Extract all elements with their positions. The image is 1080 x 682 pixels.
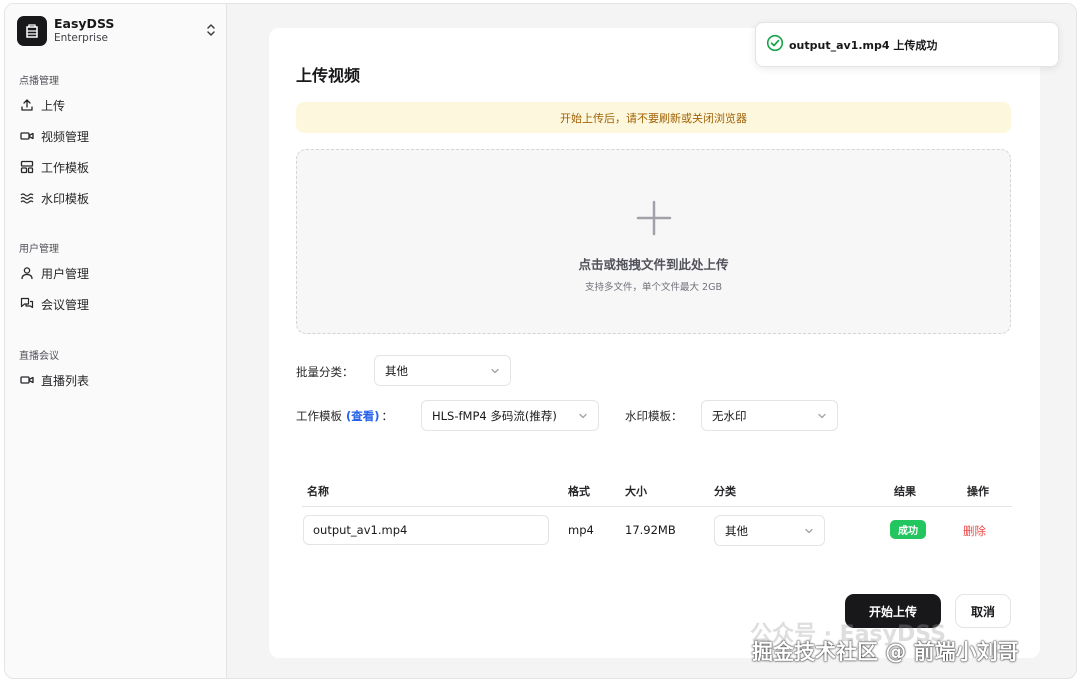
file-name-input[interactable] — [303, 515, 549, 545]
sidebar-item-label: 用户管理 — [41, 266, 90, 281]
sidebar-item-label: 水印模板 — [41, 191, 90, 206]
select-value: 其他 — [385, 363, 408, 378]
select-value: 其他 — [725, 523, 748, 538]
watermark-template-select[interactable]: 无水印 — [701, 400, 838, 431]
nav-group-vod: 点播管理 — [19, 76, 59, 87]
column-header-action: 操作 — [967, 485, 989, 498]
file-size: 17.92MB — [625, 523, 676, 537]
delete-button[interactable]: 删除 — [963, 523, 986, 539]
video-icon — [19, 372, 35, 388]
work-template-label-group: 工作模板 (查看)： — [296, 408, 393, 424]
column-header-size: 大小 — [625, 485, 647, 498]
app-window: EasyDSS Enterprise 点播管理 上传 视频管理 工作模板 水印模… — [4, 3, 1077, 679]
upload-icon — [19, 97, 35, 113]
sidebar-item-user-management[interactable]: 用户管理 — [13, 261, 219, 285]
dropzone-hint: 支持多文件，单个文件最大 2GB — [585, 282, 722, 293]
column-header-category: 分类 — [714, 485, 736, 498]
check-circle-icon — [766, 34, 784, 56]
page-title: 上传视频 — [296, 66, 361, 85]
sidebar-item-label: 直播列表 — [41, 373, 90, 388]
batch-category-label: 批量分类： — [296, 365, 354, 379]
toast-message: output_av1.mp4 上传成功 — [789, 38, 938, 52]
chevron-down-icon — [490, 365, 500, 379]
user-icon — [19, 265, 35, 281]
view-template-link[interactable]: (查看) — [346, 409, 380, 423]
select-value: 无水印 — [712, 408, 747, 423]
layout-template-icon — [19, 159, 35, 175]
brand-name: EasyDSS — [54, 16, 115, 31]
sidebar-item-watermark-template[interactable]: 水印模板 — [13, 186, 219, 210]
nav-group-users: 用户管理 — [19, 244, 59, 255]
row-category-select[interactable]: 其他 — [714, 515, 825, 546]
sidebar: EasyDSS Enterprise 点播管理 上传 视频管理 工作模板 水印模… — [5, 4, 227, 678]
brand-edition: Enterprise — [54, 32, 109, 44]
brand-switcher[interactable]: EasyDSS Enterprise — [17, 14, 217, 48]
sidebar-item-label: 视频管理 — [41, 129, 90, 144]
upload-card: 上传视频 开始上传后，请不要刷新或关闭浏览器 点击或拖拽文件到此处上传 支持多文… — [269, 28, 1040, 658]
sidebar-item-video-management[interactable]: 视频管理 — [13, 124, 219, 148]
sidebar-item-live-list[interactable]: 直播列表 — [13, 368, 219, 392]
sidebar-item-label: 工作模板 — [41, 160, 90, 175]
status-badge: 成功 — [890, 520, 926, 539]
success-toast: output_av1.mp4 上传成功 — [755, 22, 1059, 67]
batch-category-select[interactable]: 其他 — [374, 355, 511, 386]
work-template-label: 工作模板 — [296, 409, 342, 423]
upload-dropzone[interactable]: 点击或拖拽文件到此处上传 支持多文件，单个文件最大 2GB — [296, 149, 1011, 334]
dropzone-title: 点击或拖拽文件到此处上传 — [578, 257, 729, 272]
plus-icon — [636, 200, 672, 240]
chevron-down-icon — [578, 410, 588, 424]
column-header-format: 格式 — [568, 485, 590, 498]
nav-group-live: 直播会议 — [19, 351, 59, 362]
select-value: HLS-fMP4 多码流(推荐) — [432, 408, 557, 423]
waves-icon — [19, 190, 35, 206]
work-template-colon: ： — [381, 409, 394, 423]
chevrons-up-down-icon[interactable] — [205, 22, 217, 42]
column-header-result: 结果 — [894, 485, 916, 498]
chevron-down-icon — [804, 525, 814, 539]
messages-icon — [19, 296, 35, 312]
work-template-select[interactable]: HLS-fMP4 多码流(推荐) — [421, 400, 599, 431]
watermark: 掘金技术社区 @ 前端小刘哥 — [752, 640, 1019, 664]
sidebar-item-label: 会议管理 — [41, 297, 90, 312]
chevron-down-icon — [817, 410, 827, 424]
file-format: mp4 — [568, 523, 594, 537]
warning-alert: 开始上传后，请不要刷新或关闭浏览器 — [296, 102, 1011, 133]
cancel-button[interactable]: 取消 — [955, 594, 1011, 628]
sidebar-item-upload[interactable]: 上传 — [13, 93, 219, 117]
column-header-name: 名称 — [307, 485, 329, 498]
sidebar-item-meeting-management[interactable]: 会议管理 — [13, 292, 219, 316]
table-divider — [302, 506, 1012, 507]
sidebar-item-label: 上传 — [41, 98, 66, 113]
app-logo-icon — [17, 16, 47, 46]
sidebar-item-work-template[interactable]: 工作模板 — [13, 155, 219, 179]
video-icon — [19, 128, 35, 144]
watermark-template-label: 水印模板： — [625, 409, 683, 423]
